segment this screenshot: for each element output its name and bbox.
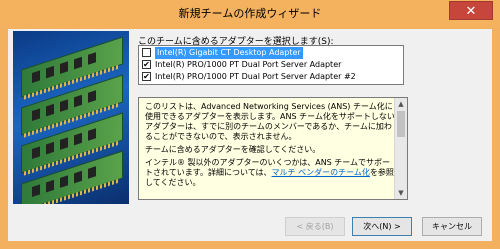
adapter-list-item[interactable]: Intel(R) Gigabit CT Desktop Adapter bbox=[140, 47, 402, 59]
cancel-button[interactable]: キャンセル bbox=[422, 217, 482, 236]
info-text: このリストは、Advanced Networking Services (ANS… bbox=[145, 102, 395, 191]
adapter-checkbox[interactable]: ✔ bbox=[142, 60, 151, 69]
scroll-up-arrow-icon[interactable]: ▲ bbox=[395, 98, 407, 110]
adapter-checkbox[interactable] bbox=[142, 48, 151, 57]
scroll-down-arrow-icon[interactable]: ▼ bbox=[395, 187, 407, 199]
network-adapters-banner-image bbox=[13, 31, 129, 204]
adapter-list[interactable]: Intel(R) Gigabit CT Desktop Adapter ✔ In… bbox=[138, 45, 404, 85]
info-scrollbar[interactable]: ▲ ▼ bbox=[394, 98, 407, 199]
info-paragraph: このリストは、Advanced Networking Services (ANS… bbox=[145, 102, 395, 141]
window-title: 新規チームの作成ウィザード bbox=[178, 7, 322, 20]
scroll-thumb[interactable] bbox=[397, 111, 405, 137]
adapter-list-item[interactable]: ✔ Intel(R) PRO/1000 PT Dual Port Server … bbox=[140, 71, 402, 83]
adapter-label: Intel(R) PRO/1000 PT Dual Port Server Ad… bbox=[155, 72, 356, 81]
info-paragraph: チームに含めるアダプターを確認してください。 bbox=[145, 145, 321, 154]
info-paragraph: インテル® 製以外のアダプターのいくつかは、ANS チームでサポートされています… bbox=[145, 158, 395, 188]
multi-vendor-teaming-link[interactable]: マルチ ベンダーのチーム化 bbox=[272, 168, 370, 177]
adapter-checkbox[interactable]: ✔ bbox=[142, 72, 151, 81]
adapter-label: Intel(R) PRO/1000 PT Dual Port Server Ad… bbox=[155, 60, 342, 69]
info-panel: このリストは、Advanced Networking Services (ANS… bbox=[138, 97, 408, 200]
title-bar: 新規チームの作成ウィザード ✕ bbox=[0, 0, 500, 28]
close-button[interactable]: ✕ bbox=[449, 1, 493, 20]
adapter-list-item[interactable]: ✔ Intel(R) PRO/1000 PT Dual Port Server … bbox=[140, 59, 402, 71]
back-button[interactable]: < 戻る(B) bbox=[285, 217, 345, 236]
adapter-label: Intel(R) Gigabit CT Desktop Adapter bbox=[155, 47, 303, 59]
wizard-window: 新規チームの作成ウィザード ✕ このチームに含めるアダプターを選択します(S):… bbox=[0, 0, 500, 249]
next-button[interactable]: 次へ(N) > bbox=[352, 217, 412, 236]
wizard-content: このチームに含めるアダプターを選択します(S): Intel(R) Gigabi… bbox=[8, 29, 492, 241]
